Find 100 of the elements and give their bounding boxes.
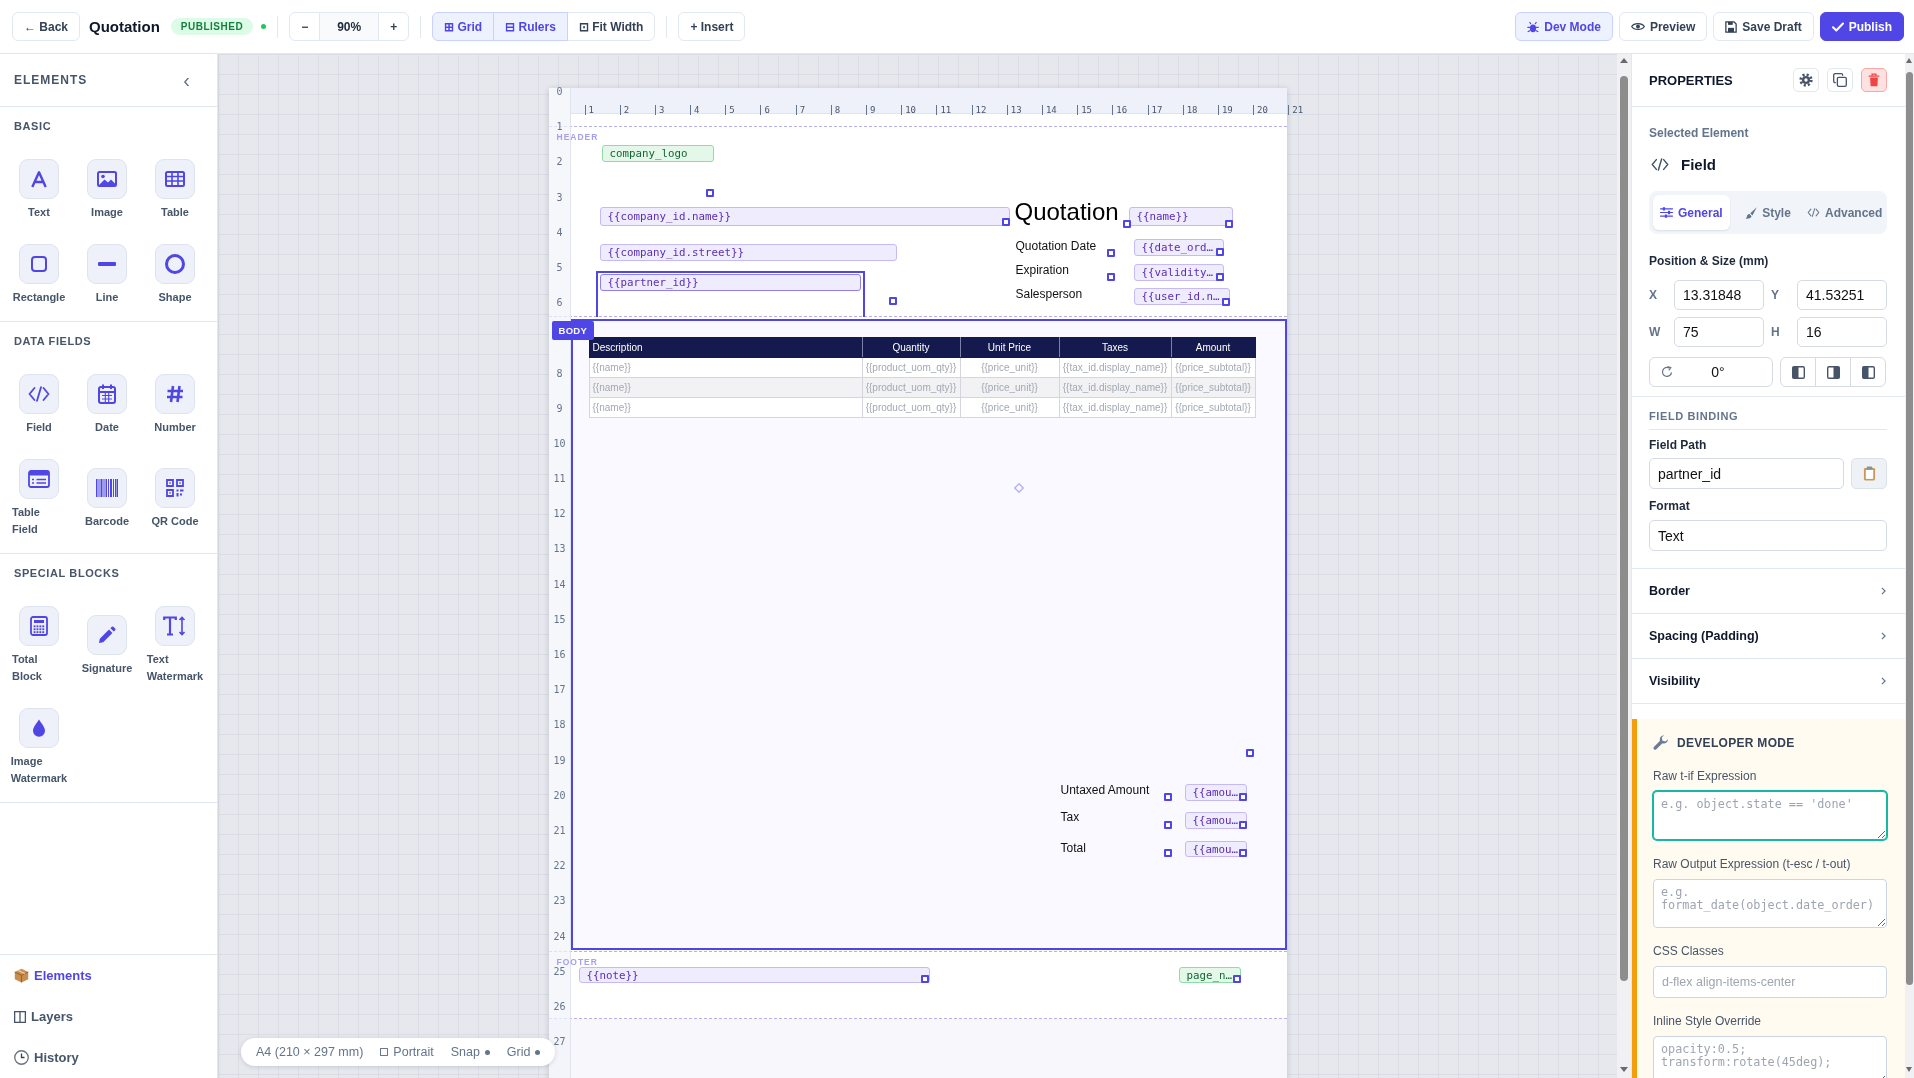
element-tool[interactable]: Table xyxy=(141,159,209,221)
placeholder-field[interactable]: {{company_id.name}} xyxy=(599,207,1010,226)
element-tool[interactable]: Rectangle xyxy=(5,244,73,306)
resize-handle-icon[interactable] xyxy=(1001,218,1010,226)
element-tool[interactable]: Line xyxy=(73,244,141,306)
position-input[interactable]: 16 xyxy=(1797,317,1887,347)
placeholder-field[interactable]: {{name}} xyxy=(1128,207,1233,226)
zoom-out-button[interactable]: − xyxy=(289,12,321,41)
element-tool[interactable]: Date xyxy=(73,374,141,436)
nav-tab[interactable]: History xyxy=(0,1037,217,1078)
expression-input[interactable]: e.g. format_date(object.date_order) xyxy=(1653,879,1887,928)
text-label: Tax xyxy=(1060,810,1080,824)
delete-button[interactable] xyxy=(1861,68,1887,92)
resize-handle-icon[interactable] xyxy=(1163,849,1172,857)
element-tool[interactable]: Number xyxy=(141,374,209,436)
format-select[interactable]: Text xyxy=(1649,520,1887,551)
element-tool[interactable]: Signature xyxy=(73,614,141,677)
collapse-button[interactable]: ‹ xyxy=(183,70,190,90)
resize-handle-icon[interactable] xyxy=(1106,273,1115,281)
snap-toggle[interactable]: Snap xyxy=(450,1045,490,1059)
element-tool[interactable]: Image Watermark xyxy=(5,708,73,787)
placeholder-field[interactable]: {{partner_id}} xyxy=(599,274,861,291)
clipboard-button[interactable] xyxy=(1851,458,1887,489)
block-field[interactable]: page_n… xyxy=(1178,967,1241,983)
resize-handle-icon[interactable] xyxy=(920,975,929,983)
position-input[interactable]: 13.31848 xyxy=(1674,280,1764,310)
resize-handle-icon[interactable] xyxy=(1163,793,1172,801)
section-tag: BODY xyxy=(551,321,595,340)
insert-button[interactable]: + Insert xyxy=(678,12,746,41)
resize-handle-icon[interactable] xyxy=(1221,298,1230,306)
settings-button[interactable] xyxy=(1793,68,1819,92)
element-tool[interactable]: QR Code xyxy=(141,467,209,530)
properties-tab[interactable]: General xyxy=(1653,195,1730,230)
align-button[interactable] xyxy=(1780,357,1816,387)
properties-tab[interactable]: Advanced xyxy=(1806,195,1883,230)
scrollbar[interactable] xyxy=(1905,54,1914,1078)
bug-icon xyxy=(1527,20,1540,33)
view-toggle[interactable]: ⊡ Fit Width xyxy=(566,12,656,41)
resize-handle-icon[interactable] xyxy=(1232,975,1241,983)
scrollbar[interactable] xyxy=(1617,54,1631,1078)
save-draft-button[interactable]: Save Draft xyxy=(1713,12,1814,41)
section-label: HEADER xyxy=(556,132,599,142)
element-tool[interactable]: Table Field xyxy=(5,459,73,538)
expression-input[interactable]: e.g. object.state == 'done' xyxy=(1653,791,1887,840)
rotation-input[interactable]: 0° xyxy=(1649,357,1773,387)
position-input[interactable]: 75 xyxy=(1674,317,1764,347)
css-classes-input[interactable]: d-flex align-items-center xyxy=(1653,966,1887,998)
element-tool[interactable]: Text Watermark xyxy=(141,606,209,685)
placeholder-field[interactable]: {{note}} xyxy=(578,967,930,983)
placeholder-field[interactable]: {{amou… xyxy=(1184,812,1247,829)
table-cell: {{name}} xyxy=(589,397,862,418)
wrench-icon xyxy=(1653,735,1669,751)
resize-handle-icon[interactable] xyxy=(1106,249,1115,257)
element-tool[interactable]: Shape xyxy=(141,244,209,306)
grid-toggle[interactable]: Grid xyxy=(506,1045,541,1059)
resize-handle-icon[interactable] xyxy=(1163,821,1172,829)
duplicate-button[interactable] xyxy=(1827,68,1853,92)
dev-mode-toggle[interactable]: Dev Mode xyxy=(1515,12,1613,41)
table-cell: {{name}} xyxy=(589,357,862,378)
placeholder-field[interactable]: {{user_id.n… xyxy=(1133,288,1230,305)
resize-handle-icon[interactable] xyxy=(888,297,897,305)
resize-handle-icon[interactable] xyxy=(1224,220,1233,228)
block-field[interactable]: company_logo xyxy=(601,145,714,162)
expression-input[interactable]: opacity:0.5; transform:rotate(45deg); xyxy=(1653,1036,1887,1078)
resize-handle-icon[interactable] xyxy=(1238,849,1247,857)
element-tool[interactable]: Text xyxy=(5,159,73,221)
element-tool[interactable]: Total Block xyxy=(5,606,73,685)
preview-button[interactable]: Preview xyxy=(1618,12,1708,41)
resize-handle-icon[interactable] xyxy=(1122,220,1131,228)
placeholder-field[interactable]: {{amou… xyxy=(1184,841,1247,857)
nav-tab[interactable]: Elements xyxy=(0,955,217,996)
placeholder-field[interactable]: {{company_id.street}} xyxy=(599,244,897,261)
status-dot-icon xyxy=(261,24,267,29)
back-button[interactable]: ← Back xyxy=(12,12,81,41)
resize-handle-icon[interactable] xyxy=(1238,793,1247,801)
nav-tab[interactable]: Layers xyxy=(0,996,217,1037)
publish-button[interactable]: Publish xyxy=(1819,12,1904,41)
align-button[interactable] xyxy=(1815,357,1851,387)
resize-handle-icon[interactable] xyxy=(1215,273,1224,281)
orientation-toggle[interactable]: Portrait xyxy=(380,1045,434,1059)
element-tool[interactable]: Field xyxy=(5,374,73,436)
resize-handle-icon[interactable] xyxy=(705,189,714,197)
element-tool[interactable]: Barcode xyxy=(73,467,141,530)
view-toggle[interactable]: ⊟ Rulers xyxy=(493,12,568,41)
zoom-level[interactable]: 90% xyxy=(319,12,380,41)
placeholder-field[interactable]: {{validity… xyxy=(1133,264,1224,281)
field-path-input[interactable]: partner_id xyxy=(1649,458,1844,489)
resize-handle-icon[interactable] xyxy=(1238,821,1247,829)
placeholder-field[interactable]: {{amou… xyxy=(1184,784,1247,801)
align-button[interactable] xyxy=(1850,357,1886,387)
zoom-in-button[interactable]: + xyxy=(378,12,410,41)
position-input[interactable]: 41.53251 xyxy=(1797,280,1887,310)
element-tool[interactable]: Image xyxy=(73,159,141,221)
properties-tab[interactable]: Style xyxy=(1729,195,1807,230)
ruler-number: 22 xyxy=(553,861,566,872)
resize-handle-icon[interactable] xyxy=(1215,248,1224,256)
placeholder-field[interactable]: {{date_ord… xyxy=(1133,239,1224,256)
element-type: Field xyxy=(1681,155,1716,173)
view-toggle[interactable]: ⊞ Grid xyxy=(432,12,495,41)
resize-handle-icon[interactable] xyxy=(1245,749,1254,757)
